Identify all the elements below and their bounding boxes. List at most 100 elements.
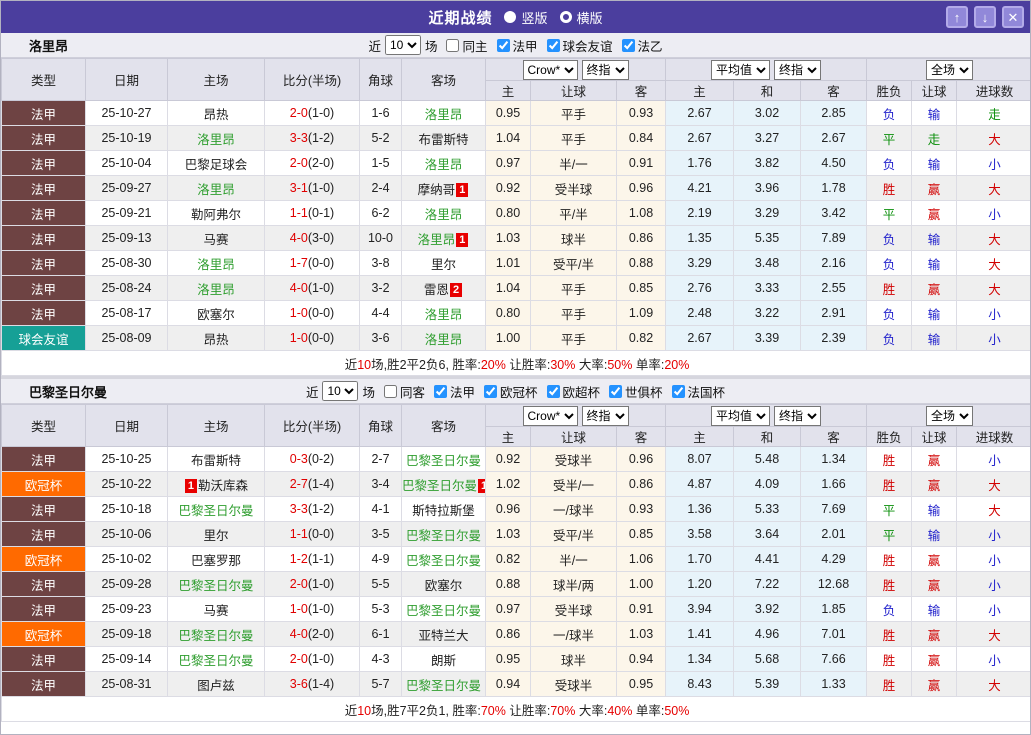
fulltime-score: 1-2 (289, 552, 308, 566)
fulltime-score: 2-0 (289, 156, 308, 170)
result-goals-cell: 小 (956, 596, 1030, 622)
result-handicap-cell: 赢 (911, 200, 958, 226)
odds-away-cell: 0.88 (616, 250, 666, 276)
odds-handicap-cell: 球半 (530, 225, 617, 251)
fulltime-score: 4-0 (289, 231, 308, 245)
layout-radio-vertical[interactable]: 竖版 (504, 8, 548, 27)
team-name-text: 昂热 (203, 332, 229, 347)
halftime-score: (0-1) (307, 206, 335, 220)
final-odds-select[interactable]: 终指 (581, 59, 629, 80)
final-odds-select[interactable]: 终指 (581, 405, 629, 426)
away-team-cell: 布雷斯特 (401, 125, 486, 151)
average-select[interactable]: 平均值 (711, 405, 770, 426)
odds-handicap-cell: 受半/一 (530, 471, 617, 497)
league-checkbox[interactable] (433, 384, 447, 398)
result-goals-cell: 大 (956, 471, 1030, 497)
close-button[interactable]: ✕ (1002, 6, 1024, 28)
final-odds-select-2[interactable]: 终指 (774, 59, 821, 80)
same-venue-checkbox[interactable] (383, 384, 397, 398)
summary-text: 场,胜7平2负1, 胜率: (371, 703, 481, 718)
table-row: 法甲 25-10-18 巴黎圣日尔曼 3-3(1-2) 4-1 斯特拉斯堡 0.96 一/球半… (1, 496, 1030, 522)
date-cell: 25-09-13 (85, 225, 168, 251)
away-team-cell: 巴黎圣日尔曼1 (401, 471, 486, 497)
result-goals-cell: 小 (956, 521, 1030, 547)
odds-home-cell: 1.03 (485, 521, 531, 547)
league-checkbox[interactable] (609, 384, 623, 398)
league-checkbox[interactable] (621, 38, 635, 52)
match-type-cell: 法甲 (1, 100, 86, 126)
odds-away-header: 客 (616, 426, 666, 447)
match-type-cell: 法甲 (1, 671, 86, 697)
summary-text: 40% (607, 703, 633, 718)
bookmaker-select[interactable]: Crow* (522, 59, 578, 80)
match-type-cell: 法甲 (1, 275, 86, 301)
date-cell: 25-10-27 (85, 100, 168, 126)
home-team-cell: 马赛 (167, 596, 265, 622)
league-checkbox[interactable] (496, 38, 510, 52)
away-team-cell: 欧塞尔 (401, 571, 486, 597)
avg-away-cell: 1.66 (799, 471, 868, 497)
scope-select[interactable]: 全场 (926, 59, 974, 80)
corner-cell: 4-1 (359, 496, 402, 522)
fulltime-score: 1-0 (289, 602, 308, 616)
layout-radio-horizontal[interactable]: 横版 (559, 8, 603, 27)
odds-handicap-cell: 球半 (530, 646, 617, 672)
bookmaker-select[interactable]: Crow* (522, 405, 578, 426)
final-odds-select-2[interactable]: 终指 (774, 405, 821, 426)
result-goals-cell: 大 (956, 225, 1030, 251)
league-label: 欧超杯 (562, 385, 601, 400)
match-count-select[interactable]: 10 (384, 35, 421, 55)
league-checkbox[interactable] (671, 384, 685, 398)
move-down-button[interactable]: ↓ (974, 6, 996, 28)
odds-away-cell: 0.84 (616, 125, 666, 151)
results-table: 类型 日期 主场 比分(半场) 角球 客场 Crow* 终指 平均值 终指 全场主让球客主和客胜负让… (1, 58, 1030, 376)
date-cell: 25-08-24 (85, 275, 168, 301)
match-type-cell: 法甲 (1, 125, 86, 151)
result-wdl-cell: 平 (866, 496, 913, 522)
avg-draw-cell: 4.09 (733, 471, 801, 497)
match-count-select[interactable]: 10 (322, 381, 359, 401)
away-team-cell: 摩纳哥 1 (401, 175, 486, 201)
fulltime-score: 1-1 (289, 527, 308, 541)
odds-home-cell: 1.03 (485, 225, 531, 251)
type-col-header: 类型 (1, 404, 86, 447)
date-cell: 25-10-19 (85, 125, 168, 151)
avg-draw-header: 和 (733, 80, 801, 101)
avg-away-cell: 2.01 (799, 521, 868, 547)
odds-handicap-header: 让球 (530, 80, 617, 101)
league-checkbox[interactable] (484, 384, 497, 398)
league-checkbox[interactable] (546, 384, 560, 398)
result-goals-cell: 小 (956, 150, 1030, 176)
league-checkbox[interactable] (546, 38, 560, 52)
move-up-button[interactable]: ↑ (946, 6, 968, 28)
team-name-text: 巴黎圣日尔曼 (402, 478, 478, 493)
away-team-cell: 巴黎圣日尔曼 (401, 671, 486, 697)
team-name-text: 巴黎圣日尔曼 (405, 553, 481, 568)
score-cell: 2-0(1-0) (264, 571, 360, 597)
scope-select[interactable]: 全场 (926, 405, 974, 426)
odds-home-cell: 0.96 (485, 496, 531, 522)
odds-handicap-cell: 平手 (530, 100, 617, 126)
corner-cell: 4-9 (359, 546, 402, 572)
odds-home-cell: 1.01 (485, 250, 531, 276)
score-cell: 3-3(1-2) (264, 125, 360, 151)
avg-away-cell: 4.29 (799, 546, 868, 572)
table-row: 法甲 25-08-17 欧塞尔 1-0(0-0) 4-4 洛里昂 0.80 平手 1.09 2.4… (1, 300, 1030, 326)
score-cell: 1-1(0-1) (264, 200, 360, 226)
average-select[interactable]: 平均值 (711, 59, 770, 80)
halftime-score: (0-0) (307, 306, 335, 320)
date-cell: 25-10-25 (85, 446, 168, 472)
team-name-text: 摩纳哥 (417, 182, 456, 197)
summary-text: 单率: (632, 357, 665, 372)
result-handicap-cell: 走 (911, 125, 958, 151)
same-venue-checkbox[interactable] (446, 38, 460, 52)
home-team-cell: 巴黎圣日尔曼 (167, 496, 265, 522)
odds-selects-cell: Crow* 终指 (485, 58, 666, 81)
summary-text: 50% (607, 357, 633, 372)
match-type-cell: 欧冠杯 (1, 471, 86, 497)
avg-home-cell: 2.48 (665, 300, 734, 326)
red-card-badge: 1 (478, 478, 485, 493)
team-name-text: 洛里昂 (424, 207, 463, 222)
date-cell: 25-09-28 (85, 571, 168, 597)
league-label: 法甲 (512, 39, 538, 54)
